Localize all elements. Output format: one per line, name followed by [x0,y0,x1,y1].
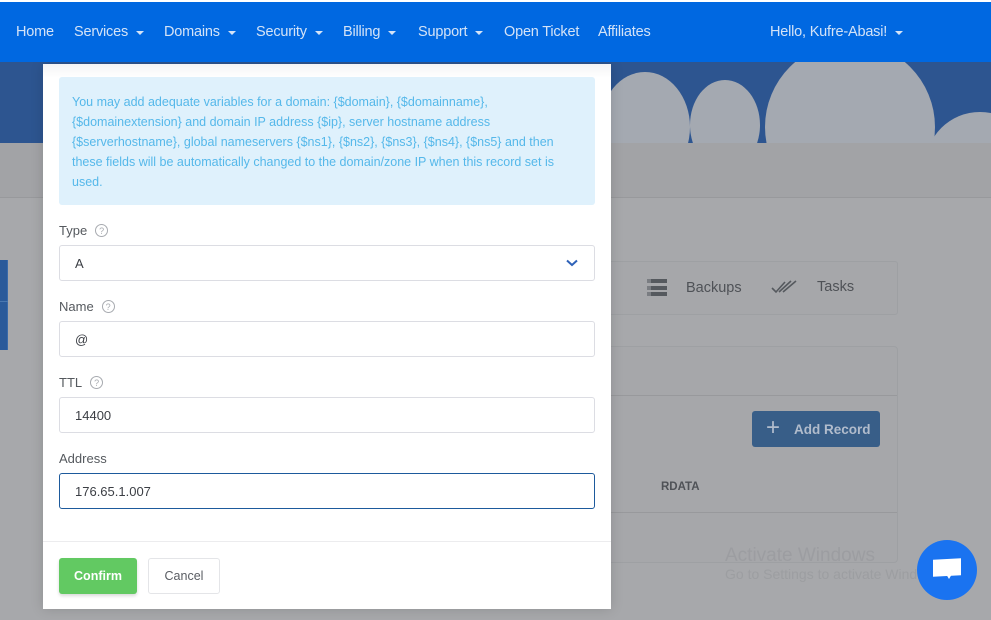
tab-tasks-label: Tasks [817,279,855,295]
caret-down-icon [314,31,323,35]
cloud-shape [690,80,760,143]
caret-down-icon [227,31,236,35]
confirm-button[interactable]: Confirm [59,558,137,594]
name-input-value: @ [75,331,89,347]
nav-security[interactable]: Security [256,24,323,40]
nav-home-label: Home [16,24,54,40]
cancel-button[interactable]: Cancel [148,558,220,594]
chat-icon [933,558,961,581]
address-label-text: Address [59,451,107,466]
address-label: Address [59,451,107,466]
type-select[interactable]: A [59,245,595,281]
plus-icon: + [766,414,781,441]
tab-tasks[interactable]: Tasks [771,279,854,295]
nav-billing-label: Billing [343,24,381,40]
add-record-modal: You may add adequate variables for a dom… [43,64,611,609]
ttl-label: TTL ? [59,375,104,390]
help-icon[interactable]: ? [101,300,115,313]
nav-affiliates[interactable]: Affiliates [598,24,651,40]
user-menu[interactable]: Hello, Kufre-Abasi! [770,24,904,40]
type-label-text: Type [59,223,88,238]
nav-services[interactable]: Services [74,24,144,40]
modal-footer-divider [43,541,611,542]
address-input[interactable]: 176.65.1.007 [59,473,595,509]
name-input[interactable]: @ [59,321,595,357]
nav-support[interactable]: Support [418,24,484,40]
divider [561,395,897,396]
top-navigation: Home Services Domains Security Billing S… [0,0,991,62]
nav-affiliates-label: Affiliates [598,24,651,40]
nav-security-label: Security [256,24,307,40]
add-record-button[interactable]: + Add Record [752,411,880,447]
name-label-text: Name [59,299,94,314]
user-greeting: Hello, Kufre-Abasi! [770,24,888,40]
column-header-rdata: RDATA [661,481,700,493]
caret-down-icon [136,31,144,35]
cloud-shape [600,72,690,143]
type-label: Type ? [59,223,109,238]
chat-button[interactable] [917,540,977,600]
type-select-value: A [75,255,84,271]
tab-backups[interactable]: Backups [647,279,742,296]
add-record-label: Add Record [794,421,871,437]
variables-info-alert: You may add adequate variables for a dom… [59,77,595,205]
ttl-input[interactable]: 14400 [59,397,595,433]
help-icon[interactable]: ? [95,224,109,237]
cloud-shape [765,62,935,143]
nav-services-label: Services [74,24,128,40]
activation-watermark-text: Go to Settings to activate Windows. [725,566,946,582]
nav-billing[interactable]: Billing [343,24,397,40]
side-tab-group[interactable] [0,260,8,350]
modal-header-shade [43,64,611,78]
caret-down-icon [475,31,484,35]
nav-open-ticket[interactable]: Open Ticket [504,24,579,40]
nav-support-label: Support [418,24,468,40]
name-label: Name ? [59,299,115,314]
divider [561,512,897,513]
caret-down-icon [388,31,397,35]
activation-watermark-title: Activate Windows [725,545,875,566]
nav-home[interactable]: Home [16,24,54,40]
double-check-icon [771,280,797,294]
tab-backups-label: Backups [686,279,742,296]
nav-open-ticket-label: Open Ticket [504,24,580,40]
chevron-down-icon [566,259,578,267]
ttl-label-text: TTL [59,375,83,390]
address-input-value: 176.65.1.007 [75,483,151,499]
nav-domains[interactable]: Domains [164,24,236,40]
caret-down-icon [895,31,904,35]
server-icon [647,279,667,296]
ttl-input-value: 14400 [75,407,112,423]
help-icon[interactable]: ? [90,376,104,389]
nav-domains-label: Domains [164,24,220,40]
